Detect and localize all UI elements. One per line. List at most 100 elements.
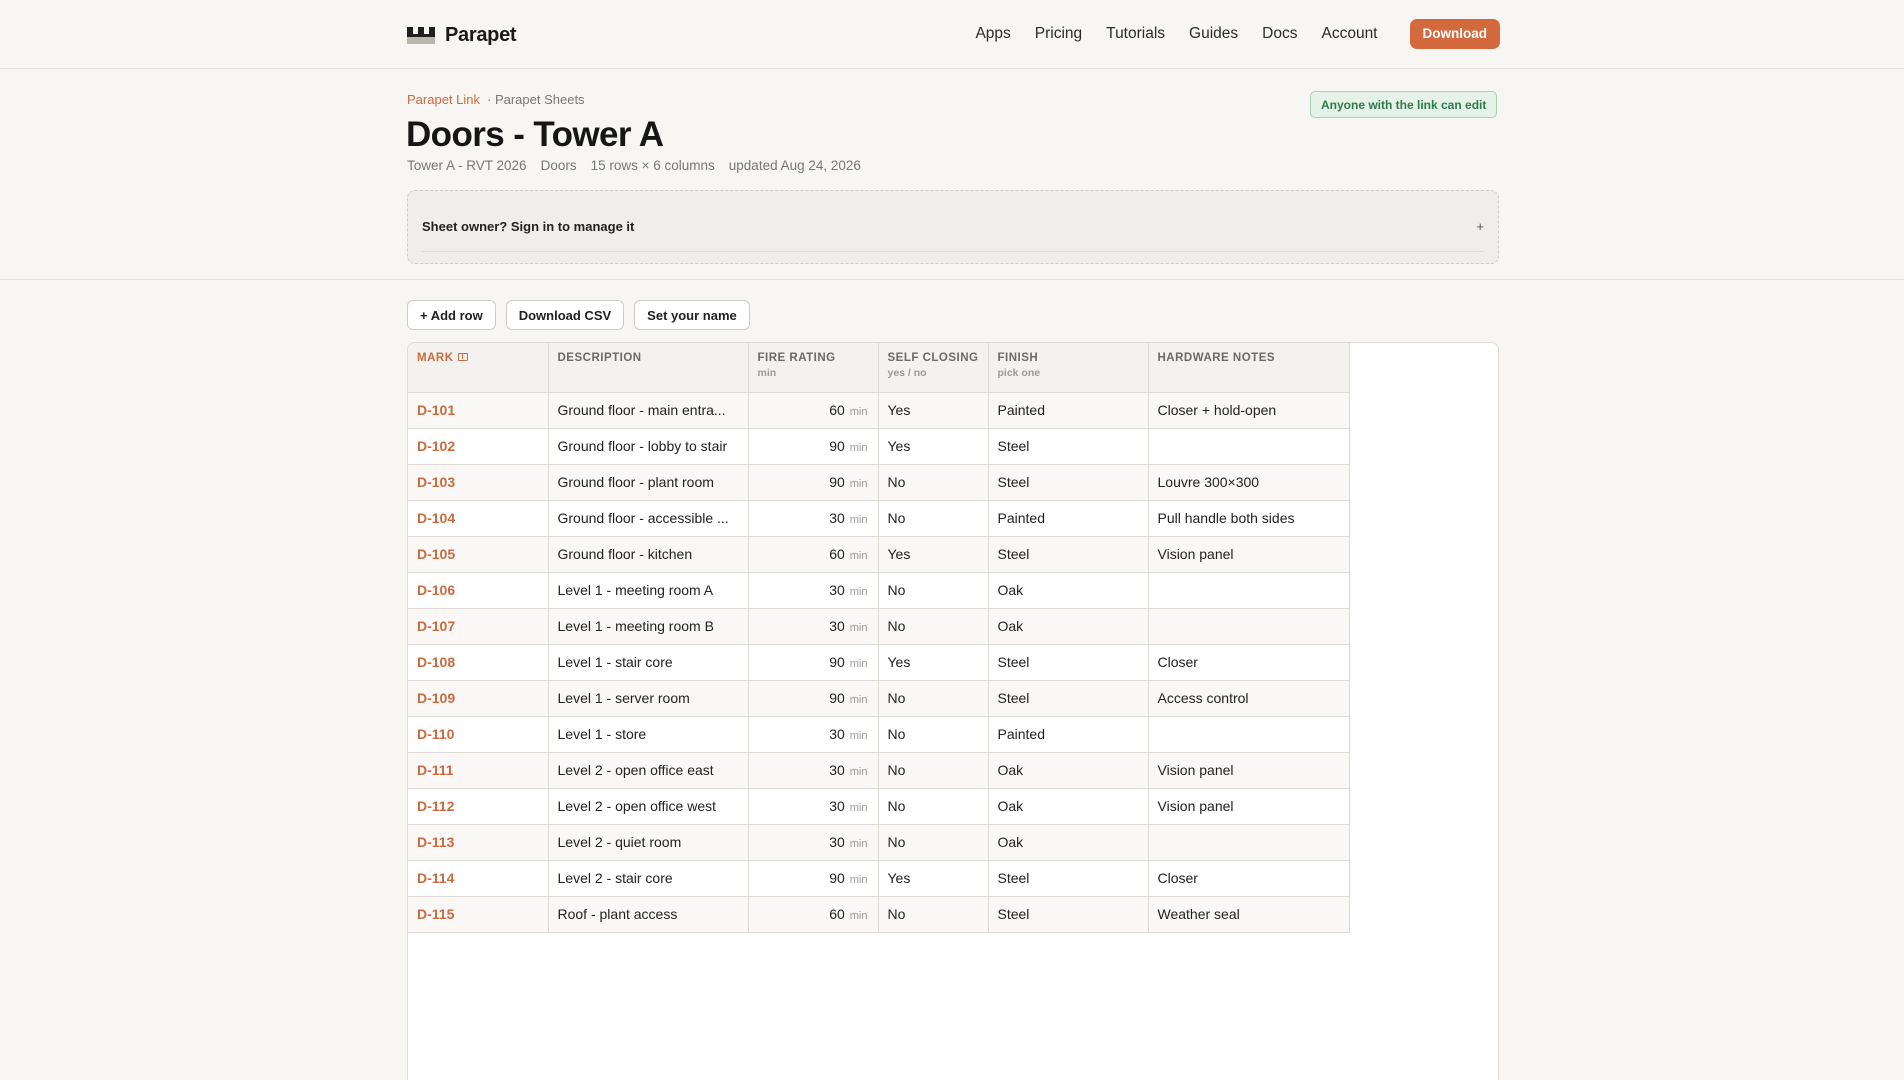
cell-fire-rating[interactable]: 60 min xyxy=(748,536,879,573)
cell-description[interactable]: Level 2 - stair core xyxy=(548,860,749,897)
cell-self-closing[interactable]: No xyxy=(878,572,989,609)
cell-hardware-notes[interactable] xyxy=(1148,824,1350,861)
download-button[interactable]: Download xyxy=(1409,19,1500,49)
cell-description[interactable]: Level 1 - meeting room A xyxy=(548,572,749,609)
cell-hardware-notes[interactable] xyxy=(1148,572,1350,609)
cell-description[interactable]: Ground floor - accessible ... xyxy=(548,500,749,537)
cell-description[interactable]: Level 1 - stair core xyxy=(548,644,749,681)
nav-account[interactable]: Account xyxy=(1321,19,1377,49)
cell-description[interactable]: Ground floor - main entra... xyxy=(548,392,749,429)
cell-hardware-notes[interactable] xyxy=(1148,428,1350,465)
cell-finish[interactable]: Steel xyxy=(988,896,1149,933)
cell-description[interactable]: Ground floor - kitchen xyxy=(548,536,749,573)
cell-hardware-notes[interactable]: Vision panel xyxy=(1148,788,1350,825)
cell-finish[interactable]: Steel xyxy=(988,536,1149,573)
cell-mark[interactable]: D-113 xyxy=(408,824,549,861)
cell-finish[interactable]: Painted xyxy=(988,392,1149,429)
cell-mark[interactable]: D-106 xyxy=(408,572,549,609)
cell-finish[interactable]: Painted xyxy=(988,716,1149,753)
cell-self-closing[interactable]: No xyxy=(878,608,989,645)
cell-hardware-notes[interactable] xyxy=(1148,608,1350,645)
cell-hardware-notes[interactable]: Vision panel xyxy=(1148,752,1350,789)
cell-self-closing[interactable]: Yes xyxy=(878,860,989,897)
cell-mark[interactable]: D-103 xyxy=(408,464,549,501)
cell-finish[interactable]: Oak xyxy=(988,608,1149,645)
breadcrumb-parapet-link[interactable]: Parapet Link xyxy=(407,92,480,107)
set-your-name-button[interactable]: Set your name xyxy=(634,300,750,330)
cell-finish[interactable]: Steel xyxy=(988,428,1149,465)
cell-fire-rating[interactable]: 30 min xyxy=(748,500,879,537)
cell-hardware-notes[interactable]: Vision panel xyxy=(1148,536,1350,573)
cell-finish[interactable]: Steel xyxy=(988,680,1149,717)
cell-fire-rating[interactable]: 30 min xyxy=(748,572,879,609)
cell-description[interactable]: Level 2 - open office east xyxy=(548,752,749,789)
cell-finish[interactable]: Oak xyxy=(988,752,1149,789)
cell-self-closing[interactable]: No xyxy=(878,500,989,537)
cell-hardware-notes[interactable]: Closer + hold-open xyxy=(1148,392,1350,429)
cell-hardware-notes[interactable]: Closer xyxy=(1148,860,1350,897)
cell-self-closing[interactable]: No xyxy=(878,788,989,825)
cell-mark[interactable]: D-102 xyxy=(408,428,549,465)
cell-self-closing[interactable]: Yes xyxy=(878,392,989,429)
cell-self-closing[interactable]: No xyxy=(878,464,989,501)
cell-hardware-notes[interactable]: Pull handle both sides xyxy=(1148,500,1350,537)
cell-finish[interactable]: Oak xyxy=(988,572,1149,609)
cell-description[interactable]: Roof - plant access xyxy=(548,896,749,933)
cell-fire-rating[interactable]: 30 min xyxy=(748,752,879,789)
column-header-description[interactable]: DESCRIPTION xyxy=(548,343,749,393)
cell-finish[interactable]: Steel xyxy=(988,860,1149,897)
brand-home-link[interactable]: Parapet xyxy=(407,20,517,50)
cell-mark[interactable]: D-112 xyxy=(408,788,549,825)
cell-description[interactable]: Level 1 - store xyxy=(548,716,749,753)
cell-fire-rating[interactable]: 60 min xyxy=(748,392,879,429)
cell-fire-rating[interactable]: 60 min xyxy=(748,896,879,933)
cell-finish[interactable]: Steel xyxy=(988,464,1149,501)
cell-description[interactable]: Level 2 - open office west xyxy=(548,788,749,825)
cell-description[interactable]: Ground floor - plant room xyxy=(548,464,749,501)
cell-mark[interactable]: D-107 xyxy=(408,608,549,645)
cell-self-closing[interactable]: Yes xyxy=(878,536,989,573)
cell-fire-rating[interactable]: 30 min xyxy=(748,788,879,825)
cell-mark[interactable]: D-115 xyxy=(408,896,549,933)
cell-mark[interactable]: D-105 xyxy=(408,536,549,573)
cell-mark[interactable]: D-109 xyxy=(408,680,549,717)
column-header-finish[interactable]: FINISH pick one xyxy=(988,343,1149,393)
cell-self-closing[interactable]: Yes xyxy=(878,644,989,681)
cell-description[interactable]: Level 2 - quiet room xyxy=(548,824,749,861)
cell-fire-rating[interactable]: 30 min xyxy=(748,716,879,753)
cell-description[interactable]: Level 1 - meeting room B xyxy=(548,608,749,645)
column-header-mark[interactable]: MARK xyxy=(408,343,549,393)
cell-fire-rating[interactable]: 90 min xyxy=(748,644,879,681)
cell-mark[interactable]: D-111 xyxy=(408,752,549,789)
cell-fire-rating[interactable]: 90 min xyxy=(748,680,879,717)
cell-mark[interactable]: D-108 xyxy=(408,644,549,681)
column-header-fire-rating[interactable]: FIRE RATING min xyxy=(748,343,879,393)
nav-apps[interactable]: Apps xyxy=(975,19,1010,49)
column-header-hardware-notes[interactable]: HARDWARE NOTES xyxy=(1148,343,1350,393)
cell-self-closing[interactable]: No xyxy=(878,896,989,933)
cell-finish[interactable]: Steel xyxy=(988,644,1149,681)
nav-docs[interactable]: Docs xyxy=(1262,19,1297,49)
cell-fire-rating[interactable]: 90 min xyxy=(748,428,879,465)
cell-mark[interactable]: D-110 xyxy=(408,716,549,753)
cell-hardware-notes[interactable]: Access control xyxy=(1148,680,1350,717)
cell-fire-rating[interactable]: 90 min xyxy=(748,464,879,501)
expand-plus-icon[interactable]: + xyxy=(1476,219,1484,234)
cell-mark[interactable]: D-114 xyxy=(408,860,549,897)
download-csv-button[interactable]: Download CSV xyxy=(505,300,625,330)
cell-hardware-notes[interactable]: Weather seal xyxy=(1148,896,1350,933)
cell-hardware-notes[interactable]: Closer xyxy=(1148,644,1350,681)
nav-tutorials[interactable]: Tutorials xyxy=(1106,19,1165,49)
cell-hardware-notes[interactable] xyxy=(1148,716,1350,753)
cell-self-closing[interactable]: No xyxy=(878,680,989,717)
cell-fire-rating[interactable]: 30 min xyxy=(748,824,879,861)
cell-self-closing[interactable]: No xyxy=(878,752,989,789)
cell-self-closing[interactable]: No xyxy=(878,824,989,861)
cell-description[interactable]: Ground floor - lobby to stair xyxy=(548,428,749,465)
cell-finish[interactable]: Painted xyxy=(988,500,1149,537)
cell-fire-rating[interactable]: 30 min xyxy=(748,608,879,645)
cell-hardware-notes[interactable]: Louvre 300×300 xyxy=(1148,464,1350,501)
cell-fire-rating[interactable]: 90 min xyxy=(748,860,879,897)
cell-mark[interactable]: D-101 xyxy=(408,392,549,429)
cell-description[interactable]: Level 1 - server room xyxy=(548,680,749,717)
